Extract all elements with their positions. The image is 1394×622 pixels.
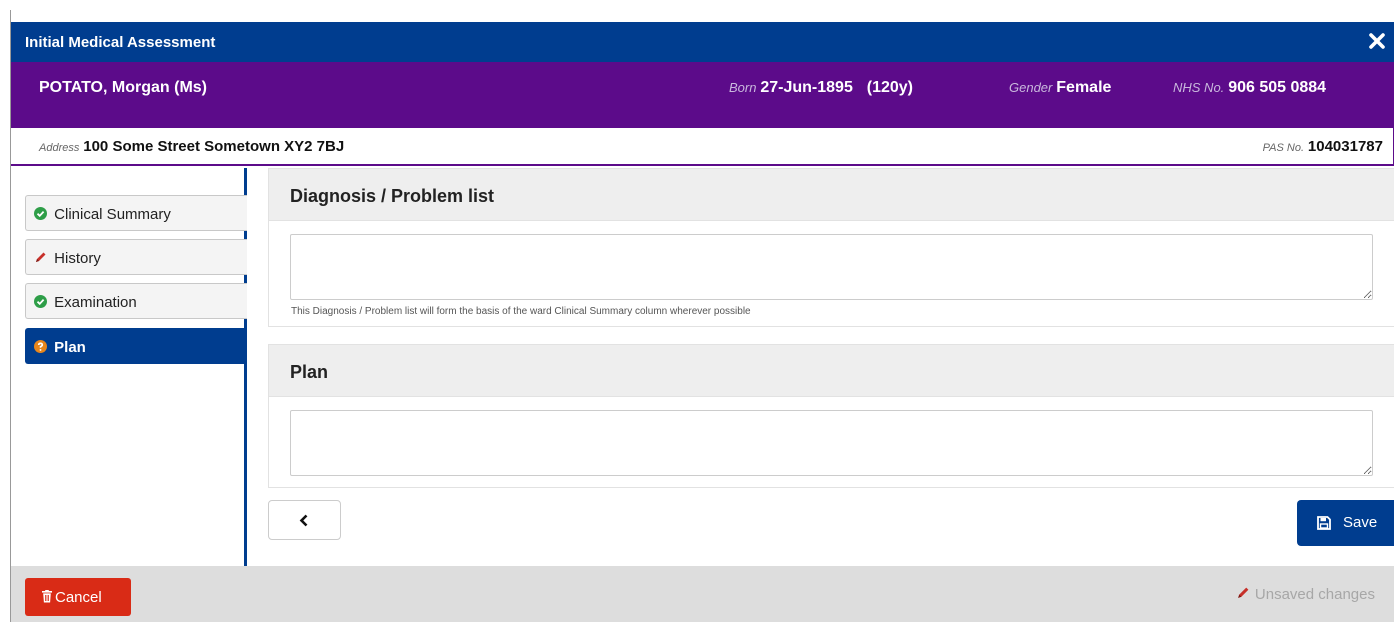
plan-textarea[interactable] <box>290 410 1373 476</box>
patient-born: Born 27-Jun-1895 (120y) <box>729 79 913 97</box>
pas-label: PAS No. <box>1262 142 1305 154</box>
nhs-number: 906 505 0884 <box>1228 79 1327 96</box>
unsaved-label: Unsaved changes <box>1254 586 1375 603</box>
diagnosis-textarea[interactable] <box>290 234 1373 300</box>
check-circle-icon <box>34 207 47 220</box>
sidebar-item-label: Clinical Summary <box>54 206 171 223</box>
plan-heading: Plan <box>269 345 1394 397</box>
check-circle-icon <box>34 295 47 308</box>
sidebar-item-history[interactable]: History <box>25 239 247 275</box>
sidebar-item-clinical-summary[interactable]: Clinical Summary <box>25 195 247 231</box>
diagnosis-section: Diagnosis / Problem list This Diagnosis … <box>268 168 1394 327</box>
patient-address: Address 100 Some Street Sometown XY2 7BJ <box>39 138 344 155</box>
chevron-left-icon <box>299 514 308 527</box>
question-circle-icon <box>34 340 47 353</box>
section-nav: Clinical Summary History Examination Pla… <box>11 168 247 566</box>
born-label: Born <box>729 80 757 95</box>
plan-section: Plan <box>268 344 1394 488</box>
dialog-frame: Initial Medical Assessment POTATO, Morga… <box>10 10 1394 622</box>
diagnosis-help-text: This Diagnosis / Problem list will form … <box>291 306 751 317</box>
patient-address-bar: Address 100 Some Street Sometown XY2 7BJ… <box>11 128 1394 166</box>
born-date: 27-Jun-1895 <box>760 79 853 96</box>
pas-number: 104031787 <box>1307 138 1383 155</box>
pencil-icon <box>36 252 46 262</box>
save-label: Save <box>1343 514 1378 531</box>
cancel-label: Cancel <box>55 589 102 606</box>
floppy-disk-icon <box>1317 516 1331 530</box>
sidebar-item-plan[interactable]: Plan <box>25 328 247 364</box>
save-button[interactable]: Save <box>1297 500 1394 546</box>
diagnosis-heading: Diagnosis / Problem list <box>269 169 1394 221</box>
unsaved-changes-indicator: Unsaved changes <box>1236 586 1375 603</box>
address-value: 100 Some Street Sometown XY2 7BJ <box>83 138 345 155</box>
gender-value: Female <box>1056 79 1112 96</box>
patient-pas: PAS No. 104031787 <box>1263 138 1383 155</box>
diagnosis-body: This Diagnosis / Problem list will form … <box>269 221 1394 326</box>
sidebar-item-examination[interactable]: Examination <box>25 283 247 319</box>
dialog-titlebar: Initial Medical Assessment <box>11 22 1394 62</box>
sidebar-item-label: Examination <box>54 294 137 311</box>
cancel-button[interactable]: Cancel <box>25 578 131 616</box>
patient-gender: Gender Female <box>1009 79 1111 97</box>
patient-name: POTATO, Morgan (Ms) <box>39 79 207 96</box>
back-button[interactable] <box>268 500 341 540</box>
gender-label: Gender <box>1009 80 1053 95</box>
sidebar-item-label: History <box>54 250 101 267</box>
dialog-title: Initial Medical Assessment <box>25 34 216 51</box>
trash-icon <box>42 590 52 603</box>
patient-nhs: NHS No. 906 505 0884 <box>1173 79 1326 97</box>
nhs-label: NHS No. <box>1173 80 1225 95</box>
patient-banner: POTATO, Morgan (Ms) Born 27-Jun-1895 (12… <box>11 62 1394 128</box>
close-icon[interactable] <box>1367 31 1387 51</box>
plan-body <box>269 397 1394 487</box>
sidebar-item-label: Plan <box>54 339 86 356</box>
form-content: Diagnosis / Problem list This Diagnosis … <box>268 168 1394 566</box>
patient-age: (120y) <box>866 79 913 96</box>
pencil-icon <box>1238 587 1249 598</box>
address-label: Address <box>39 142 80 154</box>
dialog-footer: Cancel Unsaved changes <box>11 566 1394 622</box>
